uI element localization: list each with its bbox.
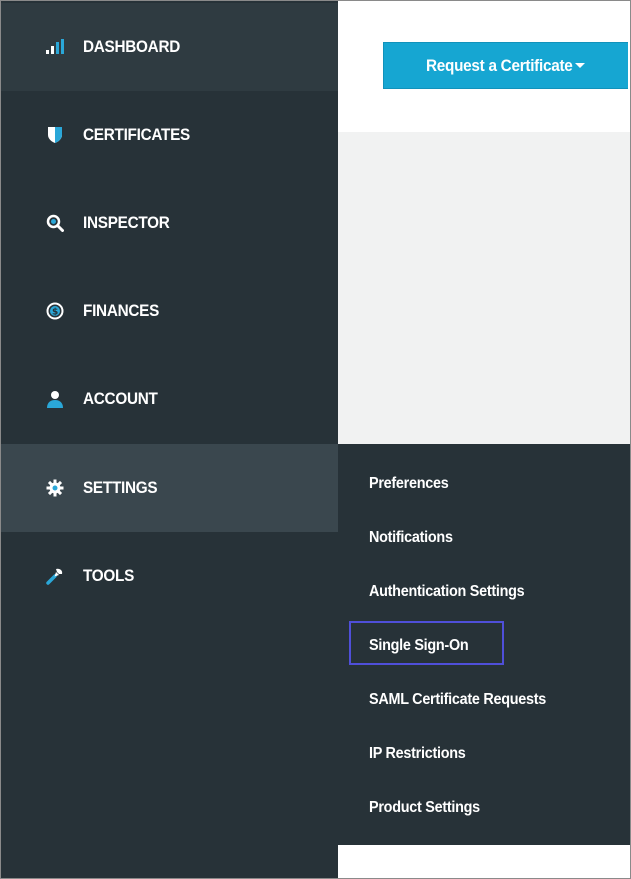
footer-area (338, 845, 630, 878)
submenu-item-label: SAML Certificate Requests (369, 691, 547, 708)
magnifier-icon (45, 213, 65, 233)
sidebar-item-certificates[interactable]: CERTIFICATES (1, 91, 338, 179)
wrench-icon (45, 566, 65, 586)
submenu-item-label: Single Sign-On (369, 637, 469, 654)
request-certificate-button[interactable]: Request a Certificate (383, 42, 628, 89)
sidebar-item-label: SETTINGS (83, 478, 158, 497)
submenu-item-preferences[interactable]: Preferences (369, 475, 457, 493)
sidebar-nav: DASHBOARD CERTIFICATES INSPECTOR $ FINAN… (1, 1, 338, 878)
sidebar-item-account[interactable]: ACCOUNT (1, 355, 338, 443)
svg-text:$: $ (52, 308, 58, 318)
submenu-item-label: Authentication Settings (369, 583, 525, 600)
dollar-coin-icon: $ (45, 301, 65, 321)
submenu-item-label: Notifications (369, 529, 453, 546)
sidebar-item-label: FINANCES (83, 301, 160, 320)
main-content (338, 132, 630, 444)
submenu-item-authentication-settings[interactable]: Authentication Settings (369, 583, 542, 601)
submenu-item-label: Preferences (369, 475, 449, 492)
sidebar-item-label: DASHBOARD (83, 37, 181, 56)
submenu-item-single-sign-on[interactable]: Single Sign-On (369, 637, 479, 655)
sidebar-item-settings[interactable]: SETTINGS (1, 444, 338, 532)
sidebar-item-label: ACCOUNT (83, 389, 158, 408)
caret-down-icon (574, 63, 585, 68)
submenu-item-label: Product Settings (369, 799, 480, 816)
sidebar-item-inspector[interactable]: INSPECTOR (1, 179, 338, 267)
submenu-item-saml-certificate-requests[interactable]: SAML Certificate Requests (369, 691, 566, 709)
settings-submenu: Preferences Notifications Authentication… (338, 444, 630, 845)
gear-icon (45, 478, 65, 498)
sidebar-item-tools[interactable]: TOOLS (1, 532, 338, 620)
submenu-item-ip-restrictions[interactable]: IP Restrictions (369, 745, 476, 763)
shield-icon (45, 125, 65, 145)
bar-chart-icon (45, 37, 65, 57)
sidebar-item-label: INSPECTOR (83, 213, 170, 232)
user-icon (45, 389, 65, 409)
submenu-item-label: IP Restrictions (369, 745, 466, 762)
submenu-item-product-settings[interactable]: Product Settings (369, 799, 492, 817)
sidebar-item-dashboard[interactable]: DASHBOARD (1, 3, 338, 91)
sidebar-item-finances[interactable]: $ FINANCES (1, 267, 338, 355)
top-header: Request a Certificate (338, 1, 630, 132)
request-certificate-label: Request a Certificate (426, 55, 573, 75)
submenu-item-notifications[interactable]: Notifications (369, 529, 462, 547)
sidebar-item-label: CERTIFICATES (83, 125, 190, 144)
app-window: DASHBOARD CERTIFICATES INSPECTOR $ FINAN… (0, 0, 631, 879)
sidebar-item-label: TOOLS (83, 566, 135, 585)
